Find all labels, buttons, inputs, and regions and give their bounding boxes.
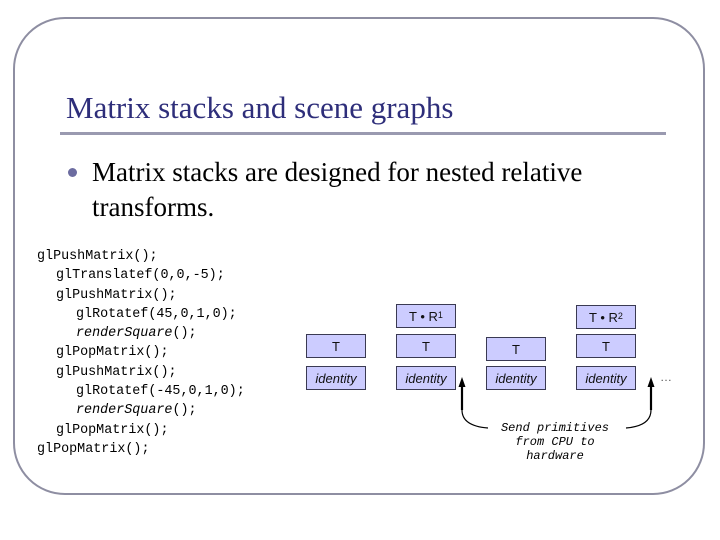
code-line: glPopMatrix(); (56, 345, 169, 361)
bullet-text: Matrix stacks are designed for nested re… (92, 157, 583, 222)
code-line: renderSquare(); (37, 401, 245, 420)
code-suffix: (); (172, 326, 197, 342)
stack-entry-t: T (486, 337, 546, 361)
stack-entry-identity: identity (486, 366, 546, 390)
tr-label: T • R (409, 308, 438, 324)
code-line: glRotatef(45,0,1,0); (76, 306, 237, 322)
code-function-name: renderSquare (76, 326, 173, 342)
code-function-name: renderSquare (76, 403, 173, 419)
title-underline (60, 132, 666, 135)
stack-entry-identity: identity (576, 366, 636, 390)
code-line: glPopMatrix(); (37, 441, 150, 457)
tr-label: T • R (589, 309, 618, 325)
stack-entry-t-r1: T • R1 (396, 304, 456, 328)
code-line: glPushMatrix(); (56, 364, 177, 380)
send-primitives-annotation: Send primitives from CPU to hardware (470, 421, 640, 463)
code-line: glPushMatrix(); (56, 287, 177, 303)
annotation-line: from CPU to (515, 435, 595, 449)
stack-entry-t: T (576, 334, 636, 358)
code-line: glPopMatrix(); (56, 422, 169, 438)
code-line: glTranslatef(0,0,-5); (56, 268, 225, 284)
code-block: glPushMatrix(); glTranslatef(0,0,-5); gl… (37, 247, 245, 459)
stack-entry-identity: identity (396, 366, 456, 390)
annotation-line: Send primitives (500, 421, 610, 435)
annotation-line: hardware (526, 449, 584, 463)
code-line: renderSquare(); (37, 324, 245, 343)
code-line: glPushMatrix(); (37, 249, 158, 264)
code-line: glRotatef(-45,0,1,0); (76, 384, 245, 400)
stack-entry-t-r2: T • R2 (576, 305, 636, 329)
code-suffix: (); (172, 403, 197, 419)
stack-entry-identity: identity (306, 366, 366, 390)
ellipsis-continuation: … (660, 370, 673, 384)
stack-entry-t: T (306, 334, 366, 358)
stack-entry-t: T (396, 334, 456, 358)
slide-title: Matrix stacks and scene graphs (66, 90, 454, 125)
bullet-icon (68, 168, 77, 177)
